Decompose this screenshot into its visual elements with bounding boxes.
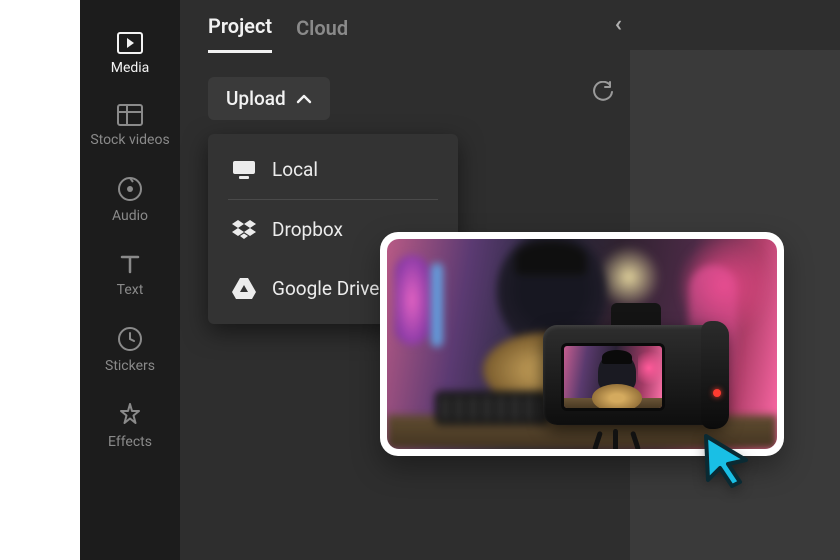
dropbox-icon [232, 220, 256, 240]
upload-option-label: Google Drive [272, 277, 379, 300]
tab-project[interactable]: Project [208, 14, 272, 53]
sidebar-item-audio[interactable]: Audio [80, 166, 180, 234]
stock-grid-icon [117, 104, 143, 126]
refresh-button[interactable] [592, 81, 614, 103]
local-computer-icon [232, 160, 256, 180]
stickers-clock-icon [117, 326, 143, 352]
sidebar-item-label: Audio [112, 208, 148, 224]
upload-option-label: Local [272, 158, 318, 181]
google-drive-icon [232, 278, 256, 299]
chevron-up-icon [296, 94, 312, 104]
media-play-icon [117, 32, 143, 54]
refresh-icon [592, 81, 614, 103]
audio-disc-icon [117, 176, 143, 202]
sidebar-item-effects[interactable]: Effects [80, 392, 180, 460]
sidebar-item-label: Stock videos [90, 132, 169, 148]
sidebar-item-label: Stickers [105, 358, 155, 374]
camera-graphic [543, 303, 727, 443]
sidebar-item-stock-videos[interactable]: Stock videos [80, 94, 180, 158]
collapse-panel-button[interactable]: ‹‹ [615, 12, 616, 37]
upload-button[interactable]: Upload [208, 77, 330, 120]
sidebar-item-label: Effects [108, 434, 152, 450]
chevrons-left-icon: ‹‹ [615, 12, 616, 37]
cursor-pointer-icon [698, 430, 758, 490]
tab-cloud[interactable]: Cloud [296, 16, 348, 52]
tool-sidebar: Media Stock videos Audio Text Stickers E… [80, 0, 180, 560]
thumbnail-image [387, 239, 777, 449]
sidebar-item-label: Text [117, 282, 144, 298]
text-icon [118, 252, 142, 276]
upload-option-label: Dropbox [272, 218, 343, 241]
effects-star-icon [117, 402, 143, 428]
sidebar-item-media[interactable]: Media [80, 22, 180, 86]
panel-tabs: Project Cloud ‹‹ [180, 0, 630, 53]
upload-button-label: Upload [226, 87, 286, 110]
media-thumbnail[interactable] [380, 232, 784, 456]
sidebar-item-label: Media [111, 60, 150, 76]
upload-option-local[interactable]: Local [208, 140, 458, 199]
sidebar-item-stickers[interactable]: Stickers [80, 316, 180, 384]
sidebar-item-text[interactable]: Text [80, 242, 180, 308]
